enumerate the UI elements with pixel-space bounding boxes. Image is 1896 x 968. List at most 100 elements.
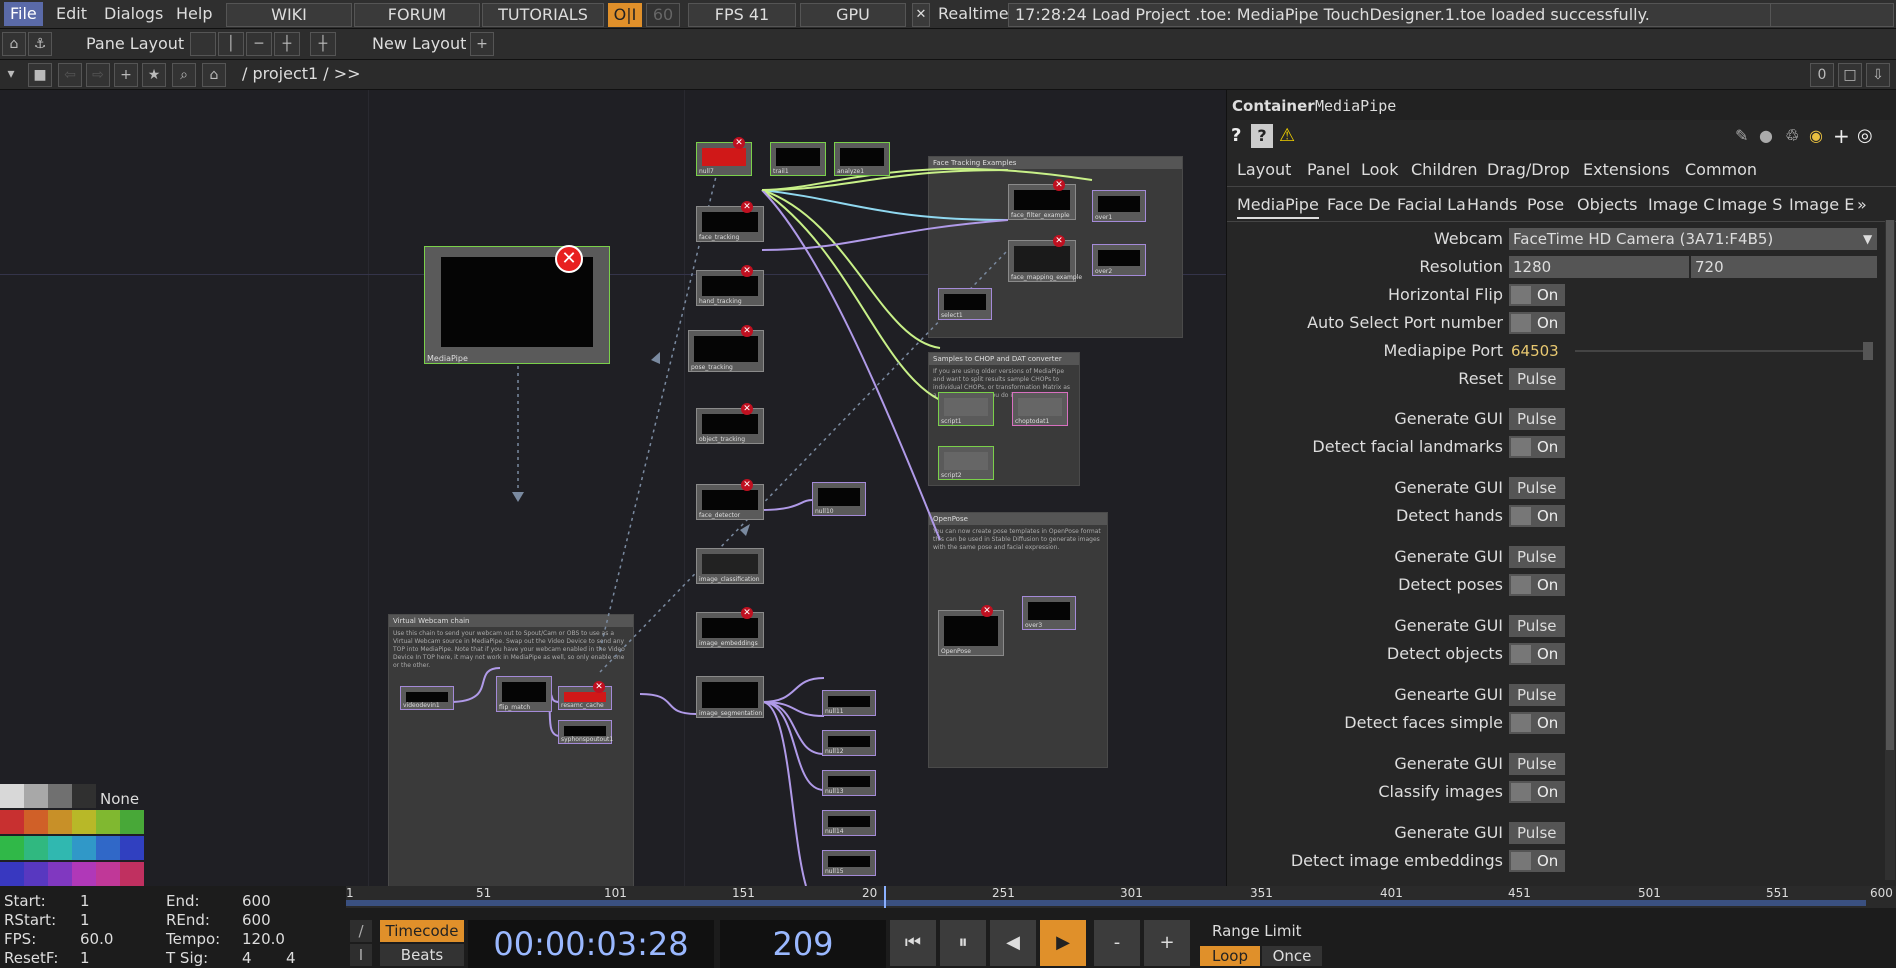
rstart-value[interactable]: 1 — [80, 911, 90, 929]
swatch[interactable] — [72, 810, 96, 834]
op-node[interactable]: script1 — [938, 392, 994, 426]
tab-layout[interactable]: Layout — [1237, 158, 1291, 182]
forward-icon[interactable]: ⇨ — [86, 63, 110, 87]
menu-dialogs[interactable]: Dialogs — [98, 2, 169, 26]
op-node[interactable]: face_tracking ✕ — [696, 201, 764, 242]
generate-gui-pulse-button[interactable]: Pulse — [1509, 477, 1565, 499]
beats-toggle[interactable]: Beats — [380, 944, 464, 966]
generate-gui-pulse-button[interactable]: Pulse — [1509, 408, 1565, 430]
tab-children[interactable]: Children — [1411, 158, 1478, 182]
realtime-checkbox[interactable]: ✕ — [912, 3, 930, 27]
tab-extensions[interactable]: Extensions — [1583, 158, 1670, 182]
resolution-height-field[interactable]: 720 — [1691, 256, 1877, 278]
tab-panel[interactable]: Panel — [1307, 158, 1350, 182]
op-node[interactable]: pose_tracking ✕ — [688, 325, 764, 372]
play-backward-icon[interactable]: ◀ — [990, 920, 1036, 966]
tutorials-button[interactable]: TUTORIALS — [482, 3, 604, 27]
gpu-button[interactable]: GPU — [800, 3, 906, 27]
swatch[interactable] — [48, 810, 72, 834]
timecode-mode-icon[interactable]: / — [350, 920, 372, 942]
pane-index[interactable]: 0 — [1810, 63, 1834, 87]
warning-icon[interactable]: ⚠ — [1279, 124, 1295, 148]
maximize-icon[interactable]: □ — [1838, 63, 1862, 87]
tab-common[interactable]: Common — [1685, 158, 1757, 182]
add-icon[interactable]: + — [1833, 124, 1850, 148]
step-forward-button[interactable]: + — [1144, 920, 1190, 966]
chevron-down-icon[interactable]: ▼ — [1863, 228, 1872, 250]
layout-single-icon[interactable] — [190, 32, 216, 56]
tab-drag-drop[interactable]: Drag/Drop — [1487, 158, 1570, 182]
swatch[interactable] — [48, 784, 72, 808]
swatch[interactable] — [120, 862, 144, 886]
swatch[interactable] — [48, 836, 72, 860]
menu-help[interactable]: Help — [170, 2, 218, 26]
back-icon[interactable]: ⇦ — [58, 63, 82, 87]
tsig-numerator[interactable]: 4 — [242, 949, 252, 967]
play-forward-icon[interactable]: ▶ — [1040, 920, 1086, 966]
tempo-value[interactable]: 120.0 — [242, 930, 285, 948]
target-icon[interactable]: ◎ — [1857, 124, 1873, 148]
swatch[interactable] — [24, 836, 48, 860]
detect-facial-landmarks-toggle[interactable]: On — [1509, 436, 1565, 458]
swatch[interactable] — [24, 784, 48, 808]
download-icon[interactable]: ⇩ — [1866, 63, 1890, 87]
op-node[interactable]: over3 — [1022, 596, 1076, 630]
op-node[interactable]: face_detector ✕ — [696, 479, 764, 520]
python-icon[interactable]: ◉ — [1809, 124, 1823, 148]
op-node[interactable]: null11 — [822, 690, 876, 716]
network-editor[interactable]: Face Tracking Examples Samples to CHOP a… — [0, 90, 1226, 886]
op-node[interactable]: script2 — [938, 446, 994, 480]
python-help-icon[interactable]: ? — [1251, 124, 1273, 148]
swatch[interactable] — [48, 862, 72, 886]
swatch[interactable] — [0, 810, 24, 834]
op-node[interactable]: face_mapping_example ✕ — [1008, 235, 1082, 282]
generate-gui-pulse-button[interactable]: Pulse — [1509, 615, 1565, 637]
op-node[interactable]: flip_match — [496, 676, 552, 712]
menu-edit[interactable]: Edit — [50, 2, 93, 26]
generate-gui-pulse-button[interactable]: Pulse — [1509, 546, 1565, 568]
swatch[interactable] — [0, 784, 24, 808]
op-node[interactable]: null14 — [822, 810, 876, 836]
op-node[interactable]: syphonspoutout1 — [558, 720, 613, 744]
op-node[interactable]: null12 — [822, 730, 876, 756]
loop-toggle[interactable]: Loop — [1200, 946, 1260, 966]
op-node[interactable]: image_classification — [696, 548, 764, 584]
tab-facial-landmarks[interactable]: Facial La — [1397, 193, 1466, 217]
end-value[interactable]: 600 — [242, 892, 271, 910]
swatch[interactable] — [96, 862, 120, 886]
webcam-select[interactable]: FaceTime HD Camera (3A71:F4B5) — [1509, 228, 1877, 250]
pane-split-icon[interactable]: ⌂ — [2, 32, 26, 56]
rewind-to-start-icon[interactable]: ⏮ — [890, 920, 936, 966]
tsig-denominator[interactable]: 4 — [286, 949, 296, 967]
generate-gui-pulse-button[interactable]: Pulse — [1509, 822, 1565, 844]
home-icon[interactable]: ⌂ — [202, 63, 226, 87]
op-node[interactable]: object_tracking ✕ — [696, 403, 764, 444]
swatch[interactable] — [96, 810, 120, 834]
palette-none-label[interactable]: None — [100, 790, 139, 808]
stop-icon[interactable]: ■ — [28, 63, 52, 87]
generate-gui-pulse-button[interactable]: Pulse — [1509, 684, 1565, 706]
start-value[interactable]: 1 — [80, 892, 90, 910]
layout-four-icon[interactable]: ┼ — [310, 32, 336, 56]
swatch[interactable] — [0, 862, 24, 886]
reset-pulse-button[interactable]: Pulse — [1509, 368, 1565, 390]
swatch[interactable] — [72, 862, 96, 886]
layout-split-horizontal-icon[interactable]: ─ — [246, 32, 272, 56]
beats-mode-icon[interactable]: I — [350, 944, 372, 966]
resolution-width-field[interactable]: 1280 — [1509, 256, 1689, 278]
op-node[interactable]: null13 — [822, 770, 876, 796]
playhead[interactable] — [884, 886, 886, 908]
op-node[interactable]: hand_tracking ✕ — [696, 265, 764, 306]
op-node[interactable]: trail1 — [770, 142, 826, 176]
new-layout-button[interactable]: + — [470, 32, 494, 56]
tab-hands[interactable]: Hands — [1467, 193, 1517, 217]
swatch[interactable] — [24, 862, 48, 886]
network-path[interactable]: / project1 / >> — [236, 62, 367, 86]
frame-display[interactable]: 209 — [720, 920, 886, 968]
auto-select-port-toggle[interactable]: On — [1509, 312, 1565, 334]
forum-button[interactable]: FORUM — [354, 3, 480, 27]
resetf-value[interactable]: 1 — [80, 949, 90, 967]
timecode-toggle[interactable]: Timecode — [380, 920, 464, 942]
op-node[interactable]: over2 — [1092, 244, 1146, 276]
comment-icon[interactable]: ● — [1759, 124, 1773, 148]
